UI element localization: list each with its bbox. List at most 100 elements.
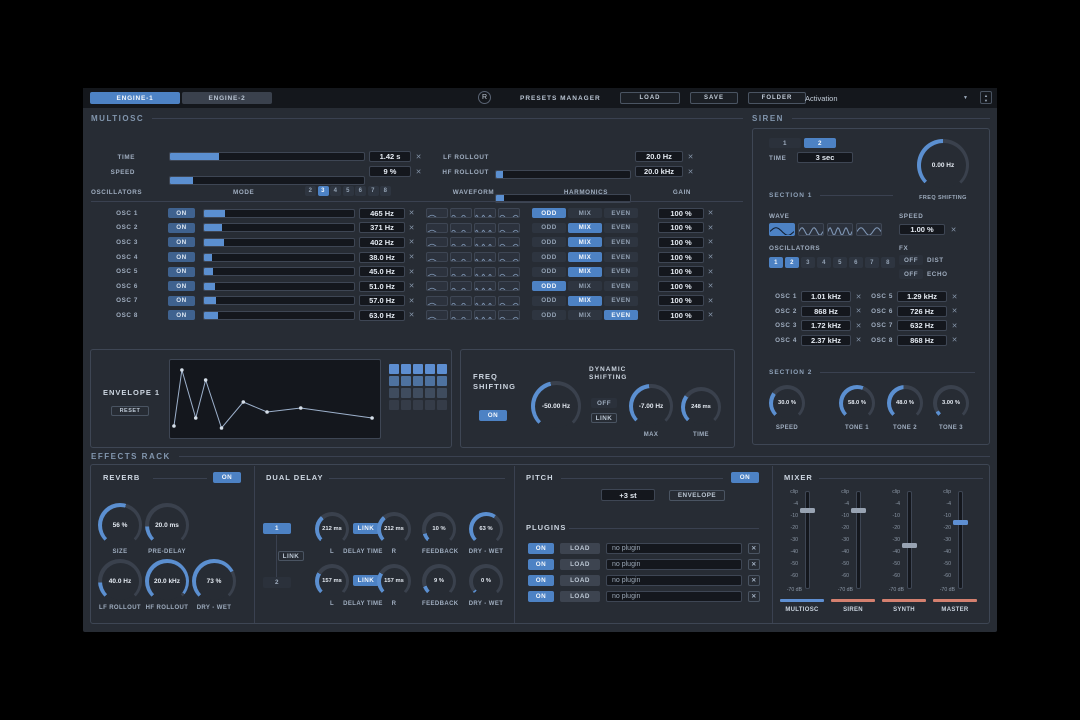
close-icon[interactable]: ✕ [407, 295, 416, 306]
osc-on-button[interactable]: ON [168, 281, 195, 292]
harmonic-even-button[interactable]: EVEN [604, 281, 638, 292]
delay-banks-link-button[interactable]: LINK [278, 551, 304, 561]
siren-freq-shift-knob[interactable]: 0.00 Hz [917, 139, 969, 191]
osc-gain-value[interactable]: 100 % [658, 280, 704, 292]
folder-button[interactable]: FOLDER [748, 92, 806, 104]
mode-2-button[interactable]: 2 [305, 186, 316, 196]
osc-on-button[interactable]: ON [168, 295, 195, 306]
volume-fader[interactable] [851, 491, 866, 589]
osc-frequency-value[interactable]: 51.0 Hz [359, 280, 405, 292]
harmonic-odd-button[interactable]: ODD [532, 266, 566, 277]
harmonic-even-button[interactable]: EVEN [604, 208, 638, 219]
close-icon[interactable]: ✕ [706, 310, 715, 321]
freq-shifting-on-button[interactable]: ON [479, 410, 507, 421]
harmonic-mix-button[interactable]: MIX [568, 222, 602, 233]
waveform-icon[interactable] [426, 252, 448, 263]
tab-engine-1[interactable]: ENGINE-1 [90, 92, 180, 104]
plugin-load-button[interactable]: LOAD [560, 543, 600, 554]
dynamic-link-button[interactable]: LINK [591, 413, 617, 423]
reverb-lf-rollout-knob[interactable]: 40.0 Hz [98, 559, 142, 603]
osc-frequency-slider[interactable] [203, 237, 355, 247]
waveform-icon[interactable] [474, 208, 496, 219]
delay-link-button[interactable]: LINK [353, 523, 379, 534]
volume-fader[interactable] [800, 491, 815, 589]
harmonic-even-button[interactable]: EVEN [604, 310, 638, 321]
envelope-grid-cell[interactable] [425, 400, 435, 410]
harmonic-odd-button[interactable]: ODD [532, 281, 566, 292]
close-icon[interactable]: ✕ [407, 222, 416, 233]
plugin-remove-button[interactable]: ✕ [748, 543, 760, 554]
siren-tab-1[interactable]: 1 [769, 138, 801, 148]
harmonic-odd-button[interactable]: ODD [532, 208, 566, 219]
plugin-on-button[interactable]: ON [528, 559, 554, 570]
time-value[interactable]: 1.42 s [369, 151, 411, 162]
envelope-grid-cell[interactable] [437, 376, 447, 386]
siren-speed-value[interactable]: 1.00 % [899, 224, 945, 235]
osc-gain-value[interactable]: 100 % [658, 236, 704, 248]
waveform-icon[interactable] [498, 266, 520, 277]
delay2-feedback-knob[interactable]: 9 % [422, 564, 456, 598]
pitch-on-button[interactable]: ON [731, 472, 759, 483]
waveform-icon[interactable] [498, 252, 520, 263]
osc-gain-value[interactable]: 100 % [658, 251, 704, 263]
harmonic-mix-button[interactable]: MIX [568, 281, 602, 292]
osc-gain-value[interactable]: 100 % [658, 222, 704, 234]
harmonic-odd-button[interactable]: ODD [532, 252, 566, 263]
waveform-icon[interactable] [450, 208, 472, 219]
mode-6-button[interactable]: 6 [355, 186, 366, 196]
harmonic-odd-button[interactable]: ODD [532, 222, 566, 233]
envelope-grid-cell[interactable] [389, 364, 399, 374]
delay-feedback-knob[interactable]: 10 % [422, 512, 456, 546]
close-icon[interactable]: ✕ [407, 252, 416, 263]
plugin-load-button[interactable]: LOAD [560, 575, 600, 586]
speed-value[interactable]: 9 % [369, 166, 411, 177]
envelope-grid-cell[interactable] [425, 388, 435, 398]
lf-rollout-slider[interactable] [495, 170, 631, 179]
waveform-icon[interactable] [450, 252, 472, 263]
envelope-grid-cell[interactable] [401, 364, 411, 374]
hf-rollout-value[interactable]: 20.0 kHz [635, 166, 683, 177]
siren-osc-6-button[interactable]: 6 [849, 257, 863, 268]
waveform-icon[interactable] [474, 295, 496, 306]
envelope-grid-cell[interactable] [401, 400, 411, 410]
dist-off-button[interactable]: OFF [899, 255, 923, 265]
siren-osc-5-button[interactable]: 5 [833, 257, 847, 268]
envelope-grid-cell[interactable] [389, 376, 399, 386]
harmonic-odd-button[interactable]: ODD [532, 310, 566, 321]
osc-frequency-slider[interactable] [203, 208, 355, 218]
close-icon[interactable]: ✕ [686, 166, 695, 177]
osc-frequency-value[interactable]: 371 Hz [359, 222, 405, 234]
delay2-right-time-knob[interactable]: 157 ms [377, 564, 411, 598]
pitch-envelope-button[interactable]: ENVELOPE [669, 490, 725, 501]
siren-wave-icon[interactable] [856, 223, 882, 236]
siren-osc-value[interactable]: 1.01 kHz [801, 291, 851, 302]
envelope-grid-cell[interactable] [401, 376, 411, 386]
delay2-left-time-knob[interactable]: 157 ms [315, 564, 349, 598]
waveform-icon[interactable] [426, 295, 448, 306]
delay-left-time-knob[interactable]: 212 ms [315, 512, 349, 546]
close-icon[interactable]: ✕ [854, 306, 863, 317]
activation-label[interactable]: Activation [805, 94, 838, 103]
envelope-grid-cell[interactable] [413, 376, 423, 386]
plugin-name-field[interactable]: no plugin [606, 575, 742, 586]
close-icon[interactable]: ✕ [950, 320, 959, 331]
fader-handle[interactable] [851, 507, 866, 513]
siren-osc-value[interactable]: 868 Hz [801, 305, 851, 317]
envelope-grid-cell[interactable] [425, 376, 435, 386]
time-slider[interactable] [169, 152, 365, 161]
r-button[interactable]: R [478, 91, 491, 104]
close-icon[interactable]: ✕ [706, 222, 715, 233]
osc-frequency-slider[interactable] [203, 281, 355, 291]
envelope-grid-cell[interactable] [389, 388, 399, 398]
plugin-on-button[interactable]: ON [528, 591, 554, 602]
harmonic-mix-button[interactable]: MIX [568, 252, 602, 263]
close-icon[interactable]: ✕ [706, 266, 715, 277]
osc-on-button[interactable]: ON [168, 222, 195, 233]
plugin-name-field[interactable]: no plugin [606, 591, 742, 602]
waveform-icon[interactable] [450, 237, 472, 248]
close-icon[interactable]: ✕ [407, 281, 416, 292]
envelope-grid-cell[interactable] [425, 364, 435, 374]
tone1-knob[interactable]: 58.0 % [839, 385, 875, 421]
close-icon[interactable]: ✕ [950, 291, 959, 302]
siren-osc-8-button[interactable]: 8 [881, 257, 895, 268]
